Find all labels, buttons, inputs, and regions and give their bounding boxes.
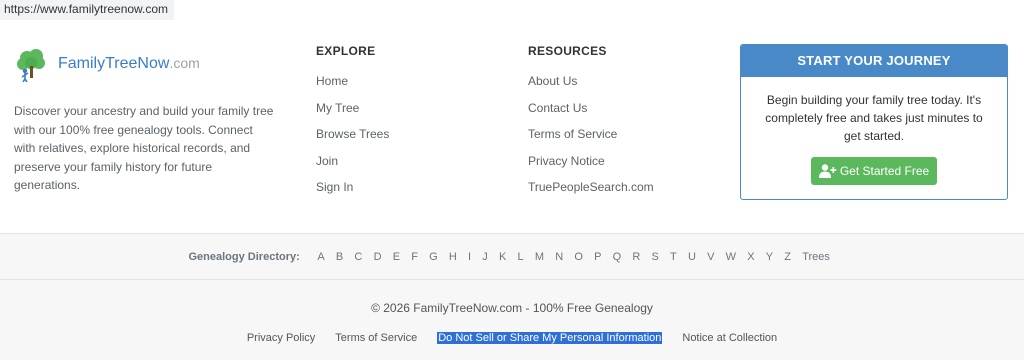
directory-letter-x[interactable]: X <box>747 251 754 263</box>
directory-letter-l[interactable]: L <box>518 251 524 263</box>
logo-text-familytree: FamilyTree <box>58 55 138 72</box>
journey-title: START YOUR JOURNEY <box>741 45 1007 77</box>
user-plus-icon <box>818 164 837 178</box>
directory-letter-trees[interactable]: Trees <box>802 251 830 263</box>
explore-link-home[interactable]: Home <box>316 74 389 101</box>
directory-letter-s[interactable]: S <box>652 251 659 263</box>
legal-link-notice-at-collection[interactable]: Notice at Collection <box>682 332 777 344</box>
resources-column: RESOURCES About Us Contact Us Terms of S… <box>528 44 654 207</box>
directory-letter-p[interactable]: P <box>594 251 601 263</box>
directory-letter-j[interactable]: J <box>482 251 488 263</box>
explore-link-my-tree[interactable]: My Tree <box>316 101 389 128</box>
directory-letter-u[interactable]: U <box>688 251 696 263</box>
directory-letters: A B C D E F G H I J K L M N O P Q R S T U V W X Y Z Trees <box>312 251 836 263</box>
directory-letter-f[interactable]: F <box>411 251 418 263</box>
directory-letter-i[interactable]: I <box>468 251 471 263</box>
journey-text: Begin building your family tree today. I… <box>765 93 983 143</box>
logo-wordmark: FamilyTreeNow.com <box>58 55 200 73</box>
explore-link-join[interactable]: Join <box>316 154 389 181</box>
directory-letter-a[interactable]: A <box>317 251 324 263</box>
directory-letter-k[interactable]: K <box>499 251 506 263</box>
directory-label: Genealogy Directory: <box>188 250 300 263</box>
start-journey-card: START YOUR JOURNEY Begin building your f… <box>740 44 1008 200</box>
directory-letter-d[interactable]: D <box>374 251 382 263</box>
directory-letter-t[interactable]: T <box>670 251 677 263</box>
directory-letter-m[interactable]: M <box>535 251 544 263</box>
directory-letter-z[interactable]: Z <box>784 251 791 263</box>
directory-letter-g[interactable]: G <box>429 251 438 263</box>
directory-letter-w[interactable]: W <box>726 251 736 263</box>
directory-letter-o[interactable]: O <box>574 251 583 263</box>
legal-link-terms-of-service[interactable]: Terms of Service <box>335 332 417 344</box>
url-tooltip: https://www.familytreenow.com <box>0 0 175 20</box>
legal-link-privacy-policy[interactable]: Privacy Policy <box>247 332 315 344</box>
directory-letter-b[interactable]: B <box>336 251 343 263</box>
resources-link-contact-us[interactable]: Contact Us <box>528 101 654 128</box>
directory-letter-c[interactable]: C <box>354 251 362 263</box>
directory-letter-q[interactable]: Q <box>613 251 622 263</box>
directory-letter-h[interactable]: H <box>449 251 457 263</box>
directory-letter-v[interactable]: V <box>707 251 714 263</box>
resources-link-privacy-notice[interactable]: Privacy Notice <box>528 154 654 181</box>
brand-section: FamilyTreeNow.com Discover your ancestry… <box>14 44 284 195</box>
legal-link-do-not-sell[interactable]: Do Not Sell or Share My Personal Informa… <box>437 332 663 344</box>
directory-letter-n[interactable]: N <box>555 251 563 263</box>
explore-link-sign-in[interactable]: Sign In <box>316 180 389 207</box>
site-logo[interactable]: FamilyTreeNow.com <box>14 44 284 84</box>
directory-letter-r[interactable]: R <box>632 251 640 263</box>
footer-top: FamilyTreeNow.com Discover your ancestry… <box>0 20 1024 233</box>
footer-bottom: © 2026 FamilyTreeNow.com - 100% Free Gen… <box>0 280 1024 360</box>
logo-text-com: .com <box>169 55 200 71</box>
explore-heading: EXPLORE <box>316 44 376 58</box>
copyright-text: © 2026 FamilyTreeNow.com - 100% Free Gen… <box>371 301 653 315</box>
logo-text-now: Now <box>137 55 170 72</box>
get-started-label: Get Started Free <box>839 164 930 178</box>
resources-link-truepeoplesearch[interactable]: TruePeopleSearch.com <box>528 180 654 207</box>
tree-logo-icon <box>17 49 45 82</box>
explore-link-browse-trees[interactable]: Browse Trees <box>316 127 389 154</box>
explore-column: EXPLORE Home My Tree Browse Trees Join S… <box>316 44 389 207</box>
resources-heading: RESOURCES <box>528 44 607 58</box>
legal-links: Privacy Policy Terms of Service Do Not S… <box>0 332 1024 344</box>
get-started-button[interactable]: Get Started Free <box>811 157 937 185</box>
resources-link-terms[interactable]: Terms of Service <box>528 127 654 154</box>
brand-description: Discover your ancestry and build your fa… <box>14 104 274 192</box>
genealogy-directory: Genealogy Directory: ABCDEFGHIJKLMNOPQRS… <box>0 233 1024 280</box>
journey-body: Begin building your family tree today. I… <box>741 77 1007 185</box>
directory-letter-y[interactable]: Y <box>766 251 773 263</box>
resources-link-about-us[interactable]: About Us <box>528 74 654 101</box>
directory-letter-e[interactable]: E <box>393 251 400 263</box>
